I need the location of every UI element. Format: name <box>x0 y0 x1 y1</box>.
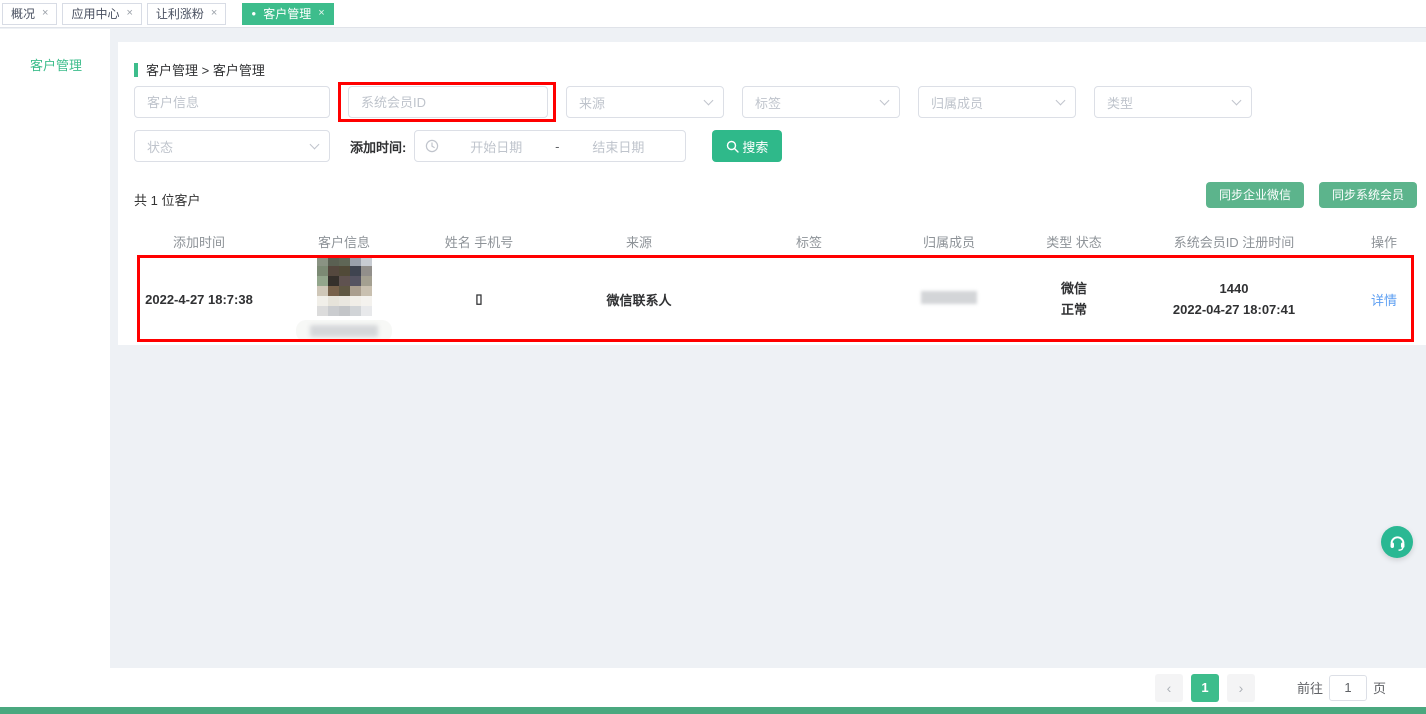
search-icon <box>726 140 739 153</box>
chevron-down-icon <box>1056 96 1066 106</box>
customer-avatar <box>317 256 372 316</box>
sync-member-button[interactable]: 同步系统会员 <box>1319 182 1417 208</box>
cell-type-status: 微信 正常 <box>1024 278 1124 320</box>
main-card: 客户管理 > 客户管理 来源 标签 归属成员 类型 状态 添加时间: <box>118 42 1426 345</box>
goto-page-suffix: 页 <box>1373 678 1386 697</box>
active-dot-icon: ● <box>251 10 256 18</box>
cell-added-time: 2022-4-27 18:7:38 <box>134 292 264 307</box>
clock-icon <box>425 139 439 153</box>
tab-customer-management[interactable]: ● 客户管理 × <box>242 3 333 25</box>
member-id-value: 1440 <box>1124 278 1344 299</box>
owner-select-placeholder: 归属成员 <box>931 93 983 112</box>
col-header-action: 操作 <box>1344 228 1424 255</box>
chevron-down-icon <box>310 140 320 150</box>
pagination-next-button[interactable]: › <box>1227 674 1255 702</box>
tab-label: 应用中心 <box>71 5 119 22</box>
cell-member-id-register-time: 1440 2022-04-27 18:07:41 <box>1124 278 1344 320</box>
search-button[interactable]: 搜索 <box>712 130 782 162</box>
breadcrumb-text: 客户管理 > 客户管理 <box>146 60 265 79</box>
table-header: 添加时间 客户信息 姓名 手机号 来源 标签 归属成员 类型 状态 系统会员ID… <box>134 228 1424 255</box>
customer-count-text: 共 1 位客户 <box>134 190 200 209</box>
register-time-value: 2022-04-27 18:07:41 <box>1124 299 1344 320</box>
col-header-name-phone: 姓名 手机号 <box>424 228 534 255</box>
status-select-placeholder: 状态 <box>147 137 173 156</box>
member-id-input[interactable] <box>348 86 548 118</box>
close-icon[interactable]: × <box>318 8 324 19</box>
type-select-placeholder: 类型 <box>1107 93 1133 112</box>
breadcrumb-accent-bar <box>134 63 138 77</box>
blurred-text <box>310 325 378 337</box>
close-icon[interactable]: × <box>126 8 132 19</box>
customer-info-input[interactable] <box>134 86 330 118</box>
type-select[interactable]: 类型 <box>1094 86 1252 118</box>
owner-select[interactable]: 归属成员 <box>918 86 1076 118</box>
chevron-down-icon <box>704 96 714 106</box>
sidebar: 客户管理 <box>0 29 110 707</box>
type-value: 微信 <box>1024 278 1124 299</box>
col-header-member-id-register-time: 系统会员ID 注册时间 <box>1124 228 1344 255</box>
col-header-source: 来源 <box>534 228 744 255</box>
breadcrumb: 客户管理 > 客户管理 <box>134 60 265 79</box>
source-select-placeholder: 来源 <box>579 93 605 112</box>
sidebar-item-customer-management[interactable]: 客户管理 <box>0 29 110 74</box>
filter-row-2: 状态 添加时间: 开始日期 - 结束日期 搜索 <box>134 130 782 162</box>
date-separator: - <box>553 139 561 154</box>
cell-action: 详情 <box>1344 290 1424 309</box>
col-header-tag: 标签 <box>744 228 874 255</box>
pagination-bar: ‹ 1 › 前往 页 <box>110 668 1426 707</box>
end-date-placeholder: 结束日期 <box>562 137 676 156</box>
status-value: 正常 <box>1024 299 1124 320</box>
pagination-page-1-button[interactable]: 1 <box>1191 674 1219 702</box>
customer-avatar-wrap <box>264 256 424 342</box>
tab-overview[interactable]: 概况 × <box>2 3 57 25</box>
owner-name-blurred <box>921 291 977 304</box>
start-date-placeholder: 开始日期 <box>439 137 553 156</box>
tab-label: 客户管理 <box>263 5 311 22</box>
tab-app-center[interactable]: 应用中心 × <box>62 3 141 25</box>
tag-select[interactable]: 标签 <box>742 86 900 118</box>
add-time-label: 添加时间: <box>350 137 406 156</box>
tag-select-placeholder: 标签 <box>755 93 781 112</box>
search-button-label: 搜索 <box>742 137 768 156</box>
chevron-down-icon <box>880 96 890 106</box>
tab-label: 让利涨粉 <box>156 5 204 22</box>
col-header-customer-info: 客户信息 <box>264 228 424 255</box>
chevron-down-icon <box>1232 96 1242 106</box>
detail-link[interactable]: 详情 <box>1371 293 1397 308</box>
table-row: 2022-4-27 18:7:38 ▯ 微信联系人 微信 正常 1440 202… <box>134 256 1424 342</box>
goto-page-input[interactable] <box>1329 675 1367 701</box>
cell-customer-info <box>264 256 424 342</box>
bottom-green-strip <box>0 707 1426 714</box>
col-header-added-time: 添加时间 <box>134 228 264 255</box>
cell-owner <box>874 291 1024 307</box>
close-icon[interactable]: × <box>211 8 217 19</box>
tab-bar: 概况 × 应用中心 × 让利涨粉 × ● 客户管理 × <box>0 0 1426 28</box>
customer-name-blurred <box>296 320 392 342</box>
pagination-prev-button[interactable]: ‹ <box>1155 674 1183 702</box>
tab-profit-fans[interactable]: 让利涨粉 × <box>147 3 226 25</box>
filter-row-1: 来源 标签 归属成员 类型 <box>134 86 1252 118</box>
sync-wecom-button[interactable]: 同步企业微信 <box>1206 182 1304 208</box>
source-select[interactable]: 来源 <box>566 86 724 118</box>
tab-label: 概况 <box>11 5 35 22</box>
cell-name-phone: ▯ <box>424 291 534 307</box>
status-select[interactable]: 状态 <box>134 130 330 162</box>
customer-support-fab[interactable] <box>1381 526 1413 558</box>
headset-icon <box>1388 533 1407 552</box>
goto-page-label: 前往 <box>1297 678 1323 697</box>
close-icon[interactable]: × <box>42 8 48 19</box>
date-range-input[interactable]: 开始日期 - 结束日期 <box>414 130 686 162</box>
cell-source: 微信联系人 <box>534 290 744 309</box>
col-header-type-status: 类型 状态 <box>1024 228 1124 255</box>
col-header-owner: 归属成员 <box>874 228 1024 255</box>
